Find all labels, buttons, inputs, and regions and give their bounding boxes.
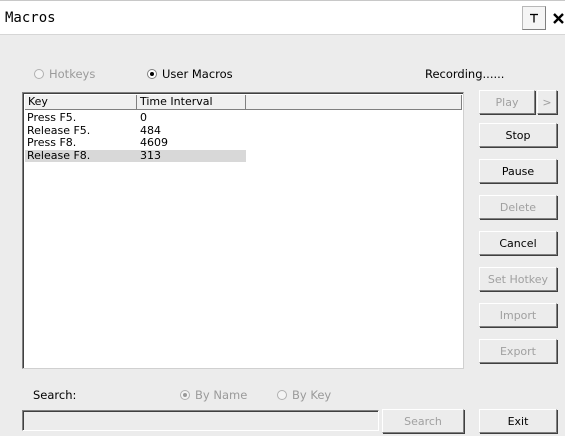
radio-selected-icon: [147, 69, 157, 79]
search-input[interactable]: [22, 410, 379, 431]
row-key: Press F5.: [27, 111, 77, 124]
import-button[interactable]: Import: [479, 303, 557, 327]
search-button[interactable]: Search: [382, 409, 464, 433]
by-key-radio-label: By Key: [292, 388, 332, 402]
by-name-radio[interactable]: By Name: [180, 388, 247, 402]
cancel-button[interactable]: Cancel: [479, 231, 557, 255]
macros-window: Macros Hotkeys User Macros Recording....…: [0, 0, 565, 436]
list-header: Key Time Interval: [25, 95, 462, 110]
pause-button[interactable]: Pause: [479, 159, 557, 183]
title-bar: Macros: [0, 1, 565, 35]
table-row[interactable]: Release F5. 484: [25, 124, 462, 138]
hotkeys-radio[interactable]: Hotkeys: [34, 67, 95, 81]
user-macros-radio[interactable]: User Macros: [147, 67, 233, 81]
column-header-time-interval[interactable]: Time Interval: [137, 95, 246, 110]
column-header-key[interactable]: Key: [25, 95, 137, 110]
row-interval: 0: [140, 111, 147, 124]
radio-icon: [277, 390, 287, 400]
play-next-button[interactable]: >: [537, 90, 557, 114]
column-header-empty: [246, 95, 462, 110]
exit-button[interactable]: Exit: [479, 409, 557, 433]
user-macros-radio-label: User Macros: [162, 67, 233, 81]
pin-icon: [530, 13, 538, 23]
radio-icon: [34, 69, 44, 79]
by-key-radio[interactable]: By Key: [277, 388, 331, 402]
table-row[interactable]: Press F5. 0: [25, 111, 462, 125]
table-row[interactable]: Press F8. 4609: [25, 136, 462, 150]
list-rows: Press F5. 0 Release F5. 484 Press F8. 46…: [25, 111, 462, 162]
row-interval: 313: [137, 149, 246, 162]
window-title: Macros: [5, 10, 56, 26]
stop-button[interactable]: Stop: [479, 123, 557, 147]
set-hotkey-button[interactable]: Set Hotkey: [479, 267, 557, 291]
table-row-selected[interactable]: Release F8. 313: [25, 149, 462, 162]
hotkeys-radio-label: Hotkeys: [49, 67, 96, 81]
row-key: Release F8.: [25, 149, 137, 162]
pin-button[interactable]: [522, 6, 546, 30]
by-name-radio-label: By Name: [195, 388, 248, 402]
row-interval: 4609: [140, 136, 168, 149]
play-button[interactable]: Play: [479, 90, 535, 114]
recording-status: Recording......: [425, 67, 505, 81]
close-button[interactable]: [550, 6, 565, 30]
close-icon: [552, 12, 564, 24]
row-key: Press F8.: [27, 136, 77, 149]
delete-button[interactable]: Delete: [479, 195, 557, 219]
search-label: Search:: [33, 388, 77, 402]
radio-selected-icon: [180, 390, 190, 400]
export-button[interactable]: Export: [479, 339, 557, 363]
macro-list[interactable]: Key Time Interval Press F5. 0 Release F5…: [22, 92, 464, 369]
